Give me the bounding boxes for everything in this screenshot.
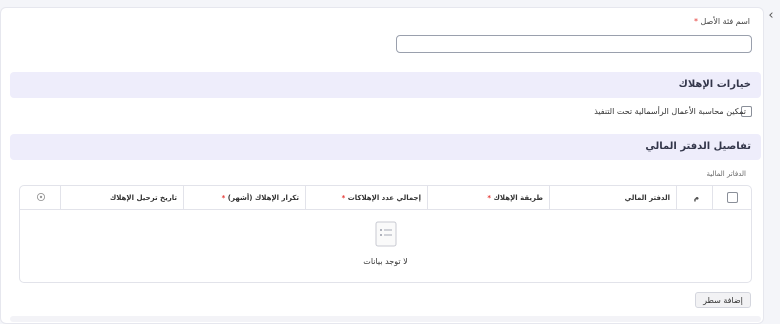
col-method-label: طريقة الإهلاك * (485, 194, 543, 202)
finance-book-details-title: تفاصيل الدفتر المالي (645, 141, 751, 152)
col-frequency-label-text: تكرار الإهلاك (أشهر) (227, 194, 299, 202)
asset-category-label-text: اسم فئة الأصل (700, 17, 751, 26)
col-posting-date-label: تاريخ ترحيل الإهلاك (109, 194, 177, 202)
add-row-button[interactable]: إضافة سطر (695, 292, 751, 308)
grid-header-finance-book-col: الدفتر المالي (549, 186, 676, 210)
enable-cwip-label: تمكين محاسبة الأعمال الرأسمالية تحت التن… (594, 107, 746, 116)
empty-state-message: لا توجد بيانات (363, 257, 408, 266)
grid-header-frequency-col: تكرار الإهلاك (أشهر) * (183, 186, 305, 210)
required-mark: * (487, 194, 492, 202)
grid-header-settings-col (20, 186, 60, 210)
asset-category-label: اسم فئة الأصل * (691, 17, 750, 26)
asset-category-input[interactable] (396, 35, 752, 53)
collapse-sidebar-chevron-icon[interactable]: ‹ (764, 9, 778, 23)
col-finance-book-label: الدفتر المالي (624, 194, 670, 202)
col-total-label-text: إجمالي عدد الإهلاكات (347, 194, 421, 202)
col-no-label: م (693, 194, 699, 202)
col-method-label-text: طريقة الإهلاك (493, 194, 544, 202)
required-mark: * (693, 17, 698, 26)
required-mark: * (221, 194, 226, 202)
depreciation-options-section-header[interactable]: خيارات الإهلاك (10, 72, 761, 98)
grid-header-posting-date-col: تاريخ ترحيل الإهلاك (60, 186, 183, 210)
empty-state-document-icon (375, 221, 397, 247)
select-all-checkbox[interactable] (727, 192, 738, 203)
required-mark: * (341, 194, 346, 202)
depreciation-options-title: خيارات الإهلاك (678, 79, 751, 90)
grid-header-select-col (712, 186, 753, 210)
grid-header-no-col: م (676, 186, 712, 210)
finance-books-grid: م الدفتر المالي طريقة الإهلاك * إجمالي ع… (19, 185, 752, 283)
finance-books-table-label: الدفاتر المالية (706, 170, 746, 178)
finance-book-details-section-header[interactable]: تفاصيل الدفتر المالي (10, 134, 761, 160)
next-section-edge (10, 316, 761, 322)
grid-header-total-col: إجمالي عدد الإهلاكات * (305, 186, 427, 210)
gear-icon[interactable] (36, 192, 46, 202)
grid-header-row: م الدفتر المالي طريقة الإهلاك * إجمالي ع… (20, 186, 751, 210)
col-frequency-label: تكرار الإهلاك (أشهر) * (220, 194, 299, 202)
grid-header-method-col: طريقة الإهلاك * (427, 186, 549, 210)
col-total-label: إجمالي عدد الإهلاكات * (340, 194, 421, 202)
